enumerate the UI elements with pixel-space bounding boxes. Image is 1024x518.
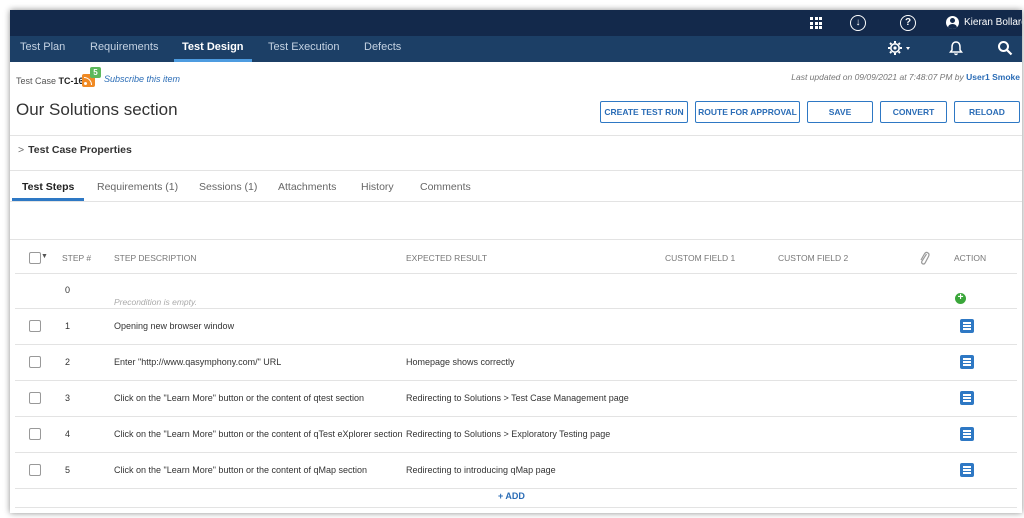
tab-test-steps[interactable]: Test Steps <box>22 181 74 193</box>
paperclip-icon <box>918 250 930 269</box>
row-checkbox[interactable] <box>29 356 41 368</box>
save-button[interactable]: SAVE <box>807 101 873 123</box>
divider <box>15 507 1017 508</box>
nav-tab-defects[interactable]: Defects <box>356 36 409 62</box>
step-description[interactable]: Enter "http://www.qasymphony.com/" URL <box>114 357 281 367</box>
step-description[interactable]: Opening new browser window <box>114 321 234 331</box>
row-checkbox[interactable] <box>29 320 41 332</box>
divider <box>10 135 1022 136</box>
user-menu[interactable]: Kieran Bollard <box>946 16 1022 29</box>
route-for-approval-button[interactable]: ROUTE FOR APPROVAL <box>695 101 800 123</box>
tab-attachments[interactable]: Attachments <box>278 181 336 193</box>
bell-icon[interactable] <box>948 40 964 59</box>
row-checkbox[interactable] <box>29 392 41 404</box>
top-bar: ↓ ? Kieran Bollard <box>10 10 1022 36</box>
step-number: 5 <box>65 465 71 475</box>
table-row[interactable]: 2 Enter "http://www.qasymphony.com/" URL… <box>10 345 1022 381</box>
properties-label: Test Case Properties <box>28 144 132 156</box>
nav-tab-test-design[interactable]: Test Design <box>174 36 252 62</box>
test-case-id: TC-16 <box>58 76 84 86</box>
add-step-button[interactable]: + ADD <box>498 491 525 501</box>
row-divider <box>15 488 1017 489</box>
last-updated-user-link[interactable]: User1 Smoke <box>966 72 1020 82</box>
reload-button[interactable]: RELOAD <box>954 101 1020 123</box>
tab-requirements[interactable]: Requirements (1) <box>97 181 178 193</box>
tab-history[interactable]: History <box>361 181 394 193</box>
expected-result[interactable]: Redirecting to Solutions > Exploratory T… <box>406 429 610 439</box>
step-number: 3 <box>65 393 71 403</box>
row-action-menu-icon[interactable] <box>960 391 974 405</box>
column-header-action: ACTION <box>954 253 987 263</box>
column-header-description: STEP DESCRIPTION <box>114 253 197 263</box>
add-step-plus-icon[interactable]: + <box>955 293 966 304</box>
caret-down-icon[interactable]: ▼ <box>41 253 48 260</box>
row-checkbox[interactable] <box>29 464 41 476</box>
tab-comments[interactable]: Comments <box>420 181 471 193</box>
expected-result[interactable]: Redirecting to introducing qMap page <box>406 465 556 475</box>
step-description[interactable]: Click on the "Learn More" button or the … <box>114 393 364 403</box>
step-description[interactable]: Click on the "Learn More" button or the … <box>114 429 403 439</box>
page-title: Our Solutions section <box>16 100 178 119</box>
test-case-id-label: Test Case TC-16 <box>16 76 84 86</box>
expected-result[interactable]: Homepage shows correctly <box>406 357 515 367</box>
column-header-expected: EXPECTED RESULT <box>406 253 488 263</box>
create-test-run-button[interactable]: CREATE TEST RUN <box>600 101 688 123</box>
last-updated-info: Last updated on 09/09/2021 at 7:48:07 PM… <box>791 72 1020 82</box>
subscribe-link[interactable]: Subscribe this item <box>104 74 180 84</box>
column-header-custom-field-1: CUSTOM FIELD 1 <box>665 253 736 263</box>
step-description[interactable]: Click on the "Learn More" button or the … <box>114 465 367 475</box>
step-number: 2 <box>65 357 71 367</box>
step-number: 0 <box>65 285 71 295</box>
last-updated-text: Last updated on 09/09/2021 at 7:48:07 PM… <box>791 72 964 82</box>
table-row[interactable]: 3 Click on the "Learn More" button or th… <box>10 381 1022 417</box>
subscriber-count-badge: 5 <box>90 67 101 78</box>
user-name: Kieran Bollard <box>964 17 1022 28</box>
tab-sessions[interactable]: Sessions (1) <box>199 181 257 193</box>
expected-result[interactable]: Redirecting to Solutions > Test Case Man… <box>406 393 629 403</box>
table-row[interactable]: 1 Opening new browser window <box>10 309 1022 345</box>
test-case-prefix: Test Case <box>16 76 57 86</box>
nav-tab-test-plan[interactable]: Test Plan <box>12 36 73 62</box>
apps-grid-icon[interactable] <box>807 14 825 32</box>
download-icon[interactable]: ↓ <box>849 14 867 32</box>
step-number: 1 <box>65 321 71 331</box>
divider <box>10 201 1022 202</box>
convert-button[interactable]: CONVERT <box>880 101 947 123</box>
chevron-right-icon: > <box>18 144 25 156</box>
nav-tab-requirements[interactable]: Requirements <box>82 36 166 62</box>
divider <box>10 170 1022 171</box>
row-action-menu-icon[interactable] <box>960 355 974 369</box>
step-number: 4 <box>65 429 71 439</box>
row-action-menu-icon[interactable] <box>960 427 974 441</box>
row-checkbox[interactable] <box>29 428 41 440</box>
main-nav: Test Plan Requirements Test Design Test … <box>10 36 1022 62</box>
divider <box>10 239 1022 240</box>
search-icon[interactable] <box>997 40 1013 59</box>
column-header-custom-field-2: CUSTOM FIELD 2 <box>778 253 849 263</box>
row-action-menu-icon[interactable] <box>960 319 974 333</box>
precondition-text[interactable]: Precondition is empty. <box>114 297 197 307</box>
table-row[interactable]: 5 Click on the "Learn More" button or th… <box>10 453 1022 489</box>
select-all-checkbox[interactable] <box>29 252 41 264</box>
avatar <box>946 16 959 29</box>
table-row[interactable]: 4 Click on the "Learn More" button or th… <box>10 417 1022 453</box>
app-window: ↓ ? Kieran Bollard Test Plan Requirement… <box>10 10 1022 513</box>
column-header-step: STEP # <box>62 253 92 263</box>
test-case-properties-toggle[interactable]: > Test Case Properties <box>18 144 132 156</box>
gear-icon[interactable] <box>887 40 913 59</box>
nav-tab-test-execution[interactable]: Test Execution <box>260 36 348 62</box>
row-action-menu-icon[interactable] <box>960 463 974 477</box>
help-icon[interactable]: ? <box>899 14 917 32</box>
